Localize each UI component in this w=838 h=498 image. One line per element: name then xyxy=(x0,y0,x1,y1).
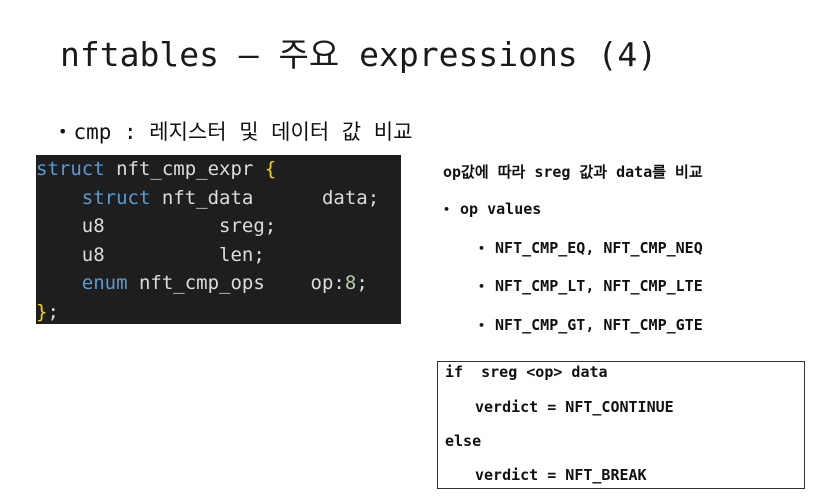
op-value-item: • NFT_CMP_LT, NFT_CMP_LTE xyxy=(478,277,703,295)
op-values-label: op values xyxy=(460,200,542,218)
code-brace: } xyxy=(36,300,48,323)
op-value-item: • NFT_CMP_EQ, NFT_CMP_NEQ xyxy=(478,239,703,257)
code-keyword: struct xyxy=(36,158,105,180)
bullet-dot: • xyxy=(478,319,486,332)
code-line-4: u8 len; xyxy=(36,241,401,270)
logic-verdict-continue: verdict = NFT_CONTINUE xyxy=(475,398,674,416)
code-text: nft_cmp_ops op: xyxy=(127,272,345,295)
comparison-description: op값에 따라 sreg 값과 data를 비교 xyxy=(443,163,703,181)
bullet-dot: • xyxy=(478,242,486,255)
logic-if-line: if sreg <op> data xyxy=(445,363,608,381)
code-line-2: struct nft_data data; xyxy=(36,184,401,213)
op-value-text: NFT_CMP_LT, NFT_CMP_LTE xyxy=(495,277,703,295)
op-value-text: NFT_CMP_EQ, NFT_CMP_NEQ xyxy=(495,239,703,257)
code-line-6: }; xyxy=(36,298,401,327)
bullet-text: cmp : 레지스터 및 데이터 값 비교 xyxy=(73,120,413,144)
code-brace: { xyxy=(264,158,277,180)
bullet-dot: • xyxy=(478,280,486,293)
code-block: struct nft_cmp_expr { struct nft_data da… xyxy=(36,155,401,324)
bullet-dot: • xyxy=(58,122,68,141)
logic-box: if sreg <op> data verdict = NFT_CONTINUE… xyxy=(437,361,805,489)
code-text: u8 sreg; xyxy=(36,215,277,238)
code-text: u8 len; xyxy=(36,243,265,266)
op-value-item: • NFT_CMP_GT, NFT_CMP_GTE xyxy=(478,316,703,334)
logic-else-line: else xyxy=(445,432,482,450)
code-line-3: u8 sreg; xyxy=(36,212,401,241)
code-keyword: struct xyxy=(81,186,151,209)
op-value-text: NFT_CMP_GT, NFT_CMP_GTE xyxy=(495,316,703,334)
main-bullet: • cmp : 레지스터 및 데이터 값 비교 xyxy=(58,116,412,146)
code-keyword: enum xyxy=(81,272,128,295)
code-line-1: struct nft_cmp_expr { xyxy=(36,155,401,184)
code-text: ; xyxy=(47,300,59,323)
code-number: 8 xyxy=(344,272,357,295)
op-values-item: • op values xyxy=(443,200,541,218)
code-line-5: enum nft_cmp_ops op:8; xyxy=(36,269,401,298)
logic-verdict-break: verdict = NFT_BREAK xyxy=(475,466,647,484)
code-text: ; xyxy=(356,272,368,295)
code-text: nft_data data; xyxy=(150,186,380,209)
bullet-dot: • xyxy=(443,203,451,216)
code-text: nft_cmp_expr xyxy=(104,158,265,180)
slide-title: nftables – 주요 expressions (4) xyxy=(60,35,658,74)
